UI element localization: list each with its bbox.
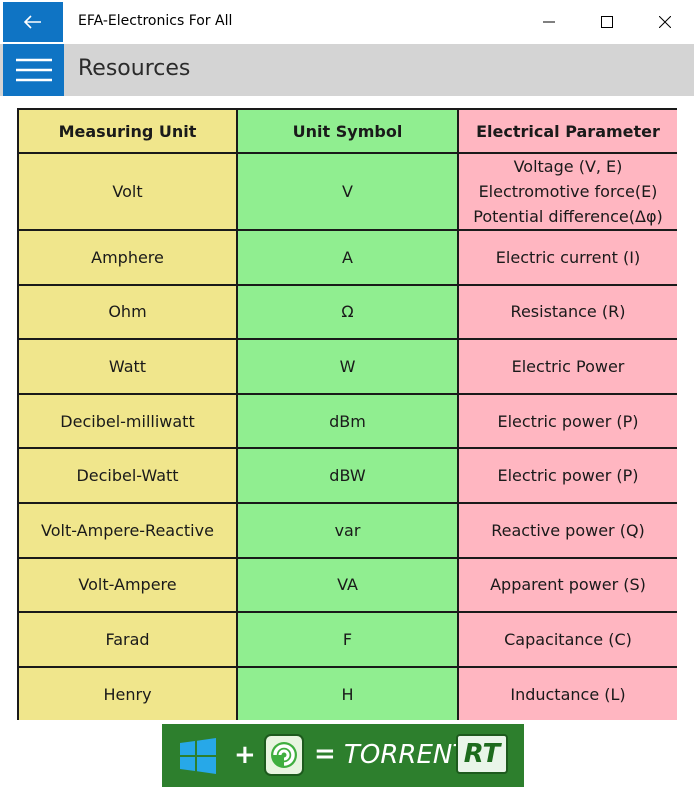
- window-title: EFA-Electronics For All: [78, 13, 233, 29]
- table-row: Decibel-Watt dBW Electric power (P): [17, 447, 677, 504]
- cell-unit: Henry: [17, 665, 238, 720]
- cell-unit: Amphere: [17, 229, 238, 286]
- cell-symbol: var: [236, 501, 459, 559]
- table-row: Amphere A Electric current (I): [17, 229, 677, 286]
- banner-plus: +: [234, 740, 256, 770]
- app-window: EFA-Electronics For All Resources Measur…: [0, 0, 694, 787]
- table-row: Decibel-milliwatt dBm Electric power (P): [17, 392, 677, 450]
- app-header: Resources: [0, 44, 694, 96]
- cell-unit: Farad: [17, 611, 238, 668]
- cell-symbol: dBW: [236, 447, 459, 504]
- back-arrow-icon: [24, 15, 41, 29]
- page-title: Resources: [78, 56, 191, 81]
- cell-parameter: Voltage (V, E) Electromotive force(E) Po…: [457, 152, 677, 231]
- hamburger-menu-icon: [15, 58, 52, 82]
- cell-symbol: Ω: [236, 283, 459, 341]
- parameter-line: Voltage (V, E): [513, 157, 623, 176]
- cell-unit: Volt-Ampere: [17, 556, 238, 614]
- maximize-icon: [601, 16, 613, 28]
- banner-brand-text: TORRENT: [344, 740, 469, 770]
- header-unit-symbol: Unit Symbol: [236, 108, 459, 154]
- table-row: Volt-Ampere-Reactive var Reactive power …: [17, 501, 677, 559]
- cell-parameter: Electric power (P): [457, 392, 677, 450]
- back-button[interactable]: [3, 2, 63, 42]
- cell-symbol: dBm: [236, 392, 459, 450]
- units-table-container[interactable]: Measuring Unit Unit Symbol Electrical Pa…: [17, 108, 677, 720]
- cell-parameter: Resistance (R): [457, 283, 677, 341]
- cell-parameter: Electric Power: [457, 338, 677, 395]
- close-icon: [659, 16, 671, 28]
- close-button[interactable]: [636, 2, 694, 42]
- cell-parameter: Reactive power (Q): [457, 501, 677, 559]
- table-row: Watt W Electric Power: [17, 338, 677, 395]
- cell-symbol: H: [236, 665, 459, 720]
- cell-symbol: V: [236, 152, 459, 231]
- minimize-button[interactable]: [520, 2, 578, 42]
- cell-symbol: VA: [236, 556, 459, 614]
- table-row: Henry H Inductance (L): [17, 665, 677, 720]
- banner-equals: =: [314, 739, 336, 769]
- cell-parameter: Inductance (L): [457, 665, 677, 720]
- header-measuring-unit: Measuring Unit: [17, 108, 238, 154]
- table-row: Farad F Capacitance (C): [17, 611, 677, 668]
- table-row: Volt V Voltage (V, E) Electromotive forc…: [17, 152, 677, 231]
- header-electrical-parameter: Electrical Parameter: [457, 108, 677, 154]
- minimize-icon: [543, 21, 555, 23]
- cell-parameter: Capacitance (C): [457, 611, 677, 668]
- cell-parameter: Apparent power (S): [457, 556, 677, 614]
- cell-symbol: W: [236, 338, 459, 395]
- banner-rt-badge: RT: [456, 734, 508, 774]
- hamburger-menu-button[interactable]: [3, 44, 64, 96]
- windows-logo-icon: [180, 738, 216, 774]
- table-row: Ohm Ω Resistance (R): [17, 283, 677, 341]
- units-table: Measuring Unit Unit Symbol Electrical Pa…: [17, 108, 677, 720]
- maximize-button[interactable]: [578, 2, 636, 42]
- cell-unit: Decibel-Watt: [17, 447, 238, 504]
- title-bar: EFA-Electronics For All: [0, 0, 694, 44]
- torrent-rt-banner: + = TORRENT RT: [162, 724, 524, 787]
- bittorrent-logo-icon: [264, 734, 304, 776]
- cell-symbol: F: [236, 611, 459, 668]
- cell-symbol: A: [236, 229, 459, 286]
- cell-unit: Ohm: [17, 283, 238, 341]
- table-header-row: Measuring Unit Unit Symbol Electrical Pa…: [17, 108, 677, 154]
- parameter-line: Potential difference(Δφ): [473, 207, 663, 226]
- cell-unit: Watt: [17, 338, 238, 395]
- parameter-line: Electromotive force(E): [478, 182, 658, 201]
- cell-parameter: Electric current (I): [457, 229, 677, 286]
- cell-unit: Volt-Ampere-Reactive: [17, 501, 238, 559]
- cell-parameter: Electric power (P): [457, 447, 677, 504]
- cell-unit: Volt: [17, 152, 238, 231]
- cell-unit: Decibel-milliwatt: [17, 392, 238, 450]
- table-row: Volt-Ampere VA Apparent power (S): [17, 556, 677, 614]
